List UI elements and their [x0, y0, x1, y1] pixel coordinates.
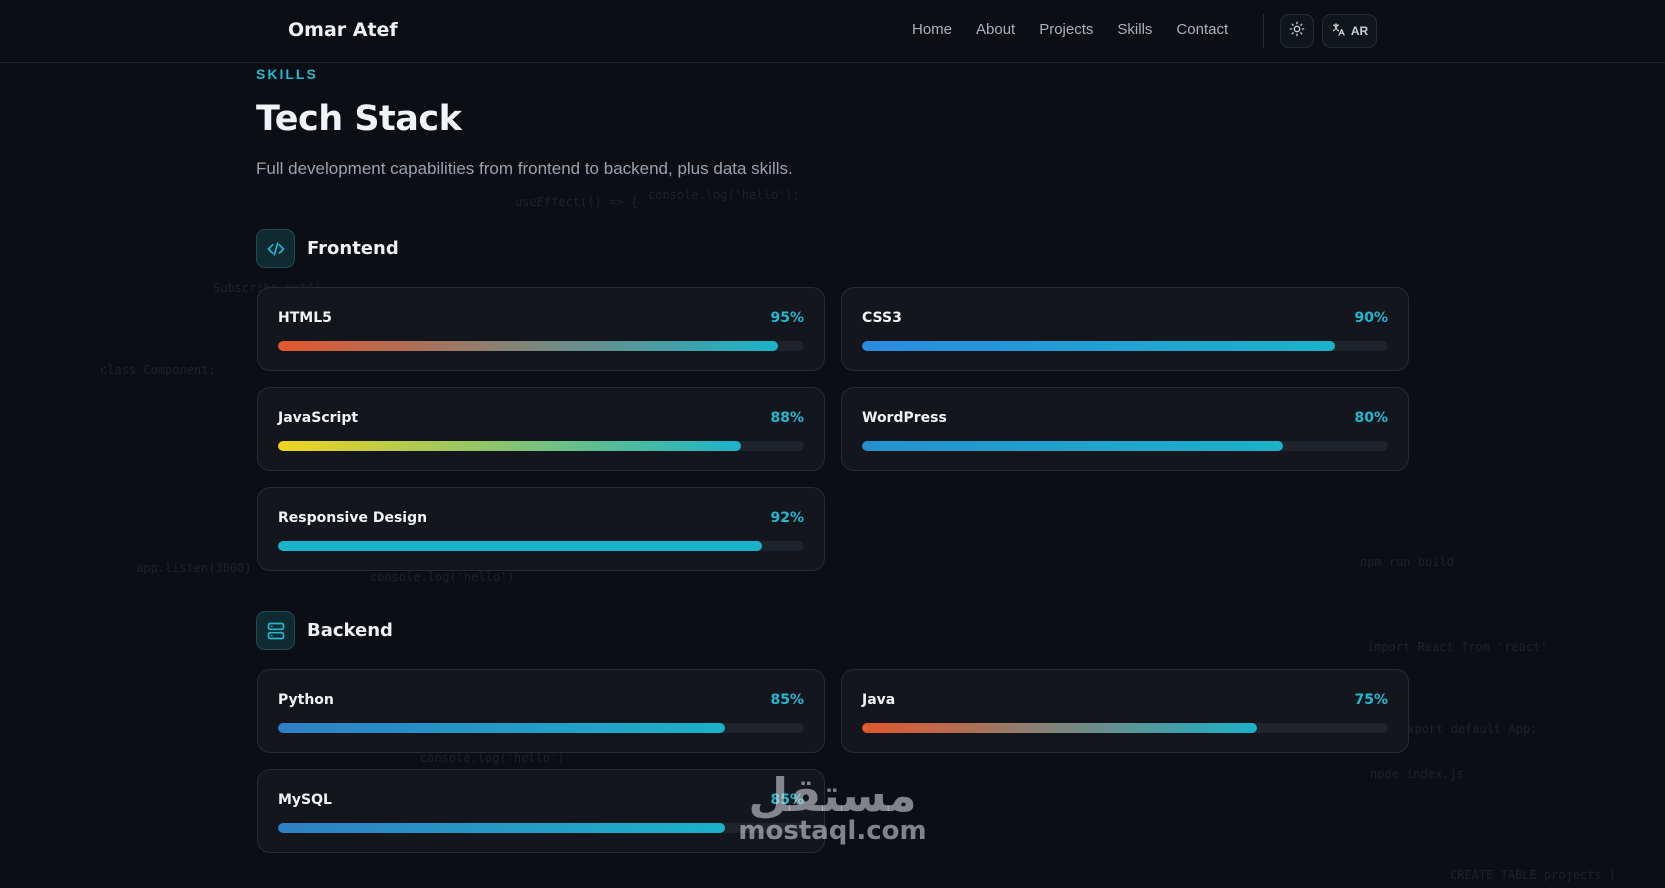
theme-toggle-button[interactable] — [1280, 14, 1314, 48]
skill-percent: 92% — [770, 510, 804, 526]
category-frontend: Frontend — [256, 229, 399, 268]
skill-card-css3: CSS3 90% — [841, 287, 1409, 371]
skill-name: CSS3 — [862, 310, 902, 326]
bg-code-snippet: console.log('hello') — [370, 570, 515, 584]
skill-progress-track — [862, 441, 1388, 451]
skill-progress-fill — [278, 541, 762, 551]
skill-name: Java — [862, 692, 896, 708]
bg-code-snippet: node index.js — [1370, 767, 1464, 781]
translate-icon — [1331, 22, 1346, 40]
bg-code-snippet: export default App; — [1400, 722, 1538, 736]
skill-progress-fill — [278, 723, 726, 733]
bg-code-snippet: useEffect(() => { — [515, 195, 638, 209]
skill-card-wordpress: WordPress 80% — [841, 387, 1409, 471]
skill-progress-track — [278, 541, 804, 551]
skill-name: MySQL — [278, 792, 332, 808]
bg-code-snippet: console.log('hello') — [420, 751, 565, 765]
skill-card-responsive-design: Responsive Design 92% — [257, 487, 825, 571]
skill-percent: 95% — [770, 310, 804, 326]
bg-code-snippet: console.log('hello'); — [648, 188, 800, 202]
skill-progress-track — [862, 341, 1388, 351]
skill-progress-fill — [862, 441, 1283, 451]
skill-progress-fill — [862, 341, 1336, 351]
skill-name: Python — [278, 692, 334, 708]
skill-progress-track — [278, 341, 804, 351]
category-label: Backend — [307, 620, 393, 641]
skill-percent: 90% — [1354, 310, 1388, 326]
language-label: AR — [1350, 24, 1369, 38]
nav-divider — [1263, 14, 1264, 48]
skill-card-python: Python 85% — [257, 669, 825, 753]
skill-percent: 85% — [770, 692, 804, 708]
nav-about[interactable]: About — [976, 21, 1015, 38]
skill-card-javascript: JavaScript 88% — [257, 387, 825, 471]
code-icon — [256, 229, 295, 268]
bg-code-snippet: CREATE TABLE projects ( — [1450, 868, 1617, 882]
nav-contact[interactable]: Contact — [1176, 21, 1228, 38]
skill-progress-fill — [862, 723, 1257, 733]
skill-name: HTML5 — [278, 310, 332, 326]
skill-progress-track — [278, 823, 804, 833]
skill-percent: 75% — [1354, 692, 1388, 708]
bg-code-snippet: app.listen(3000) — [136, 561, 252, 575]
bg-code-snippet: import React from 'react' — [1367, 640, 1548, 654]
bg-code-snippet: class Component: — [100, 363, 216, 377]
skill-progress-fill — [278, 441, 741, 451]
main-nav: Home About Projects Skills Contact — [912, 21, 1228, 38]
skill-name: WordPress — [862, 410, 947, 426]
skill-progress-fill — [278, 823, 726, 833]
nav-home[interactable]: Home — [912, 21, 952, 38]
page-subtitle: Full development capabilities from front… — [256, 159, 793, 178]
skill-progress-track — [862, 723, 1388, 733]
skill-percent: 80% — [1354, 410, 1388, 426]
skill-progress-track — [278, 441, 804, 451]
skill-percent: 85% — [770, 792, 804, 808]
nav-projects[interactable]: Projects — [1039, 21, 1093, 38]
brand-logo[interactable]: Omar Atef — [288, 19, 398, 41]
page-title: Tech Stack — [256, 99, 462, 139]
nav-skills[interactable]: Skills — [1117, 21, 1152, 38]
top-navbar: Omar Atef Home About Projects Skills Con… — [0, 0, 1665, 63]
language-toggle-button[interactable]: AR — [1322, 14, 1377, 48]
sun-icon — [1289, 21, 1305, 41]
server-icon — [256, 611, 295, 650]
skill-name: JavaScript — [278, 410, 359, 426]
skill-progress-track — [278, 723, 804, 733]
skill-name: Responsive Design — [278, 510, 428, 526]
skill-percent: 88% — [770, 410, 804, 426]
skill-progress-fill — [278, 341, 778, 351]
category-label: Frontend — [307, 238, 399, 259]
skill-card-mysql: MySQL 85% — [257, 769, 825, 853]
bg-code-snippet: npm run build — [1360, 555, 1454, 569]
section-eyebrow: SKILLS — [256, 66, 318, 82]
category-backend: Backend — [256, 611, 393, 650]
skill-card-html5: HTML5 95% — [257, 287, 825, 371]
skill-card-java: Java 75% — [841, 669, 1409, 753]
